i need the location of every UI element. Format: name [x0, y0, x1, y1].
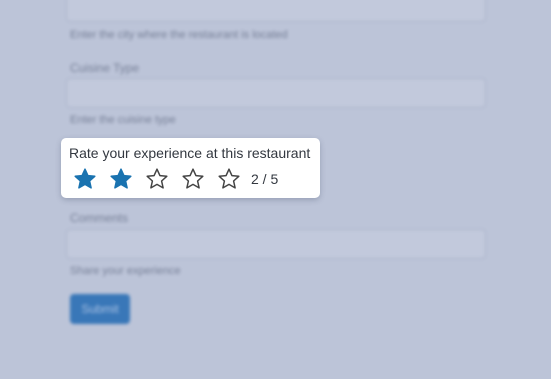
rating-prompt: Rate your experience at this restaurant: [69, 145, 311, 161]
star-rating[interactable]: 2 / 5: [73, 167, 278, 191]
comments-input[interactable]: [66, 229, 486, 259]
star-2-icon[interactable]: [109, 167, 133, 191]
cuisine-hint: Enter the cuisine type: [70, 114, 176, 126]
city-input[interactable]: [66, 0, 486, 22]
cuisine-label: Cuisine Type: [70, 61, 140, 75]
star-4-icon[interactable]: [181, 167, 205, 191]
rating-popover: Rate your experience at this restaurant …: [61, 138, 320, 198]
star-1-icon[interactable]: [73, 167, 97, 191]
star-3-icon[interactable]: [145, 167, 169, 191]
star-5-icon[interactable]: [217, 167, 241, 191]
comments-label: Comments: [70, 211, 129, 225]
rating-value: 2 / 5: [251, 171, 279, 187]
submit-button[interactable]: Submit: [70, 294, 130, 324]
city-hint: Enter the city where the restaurant is l…: [70, 29, 288, 41]
cuisine-input[interactable]: [66, 78, 486, 108]
comments-hint: Share your experience: [70, 265, 181, 277]
